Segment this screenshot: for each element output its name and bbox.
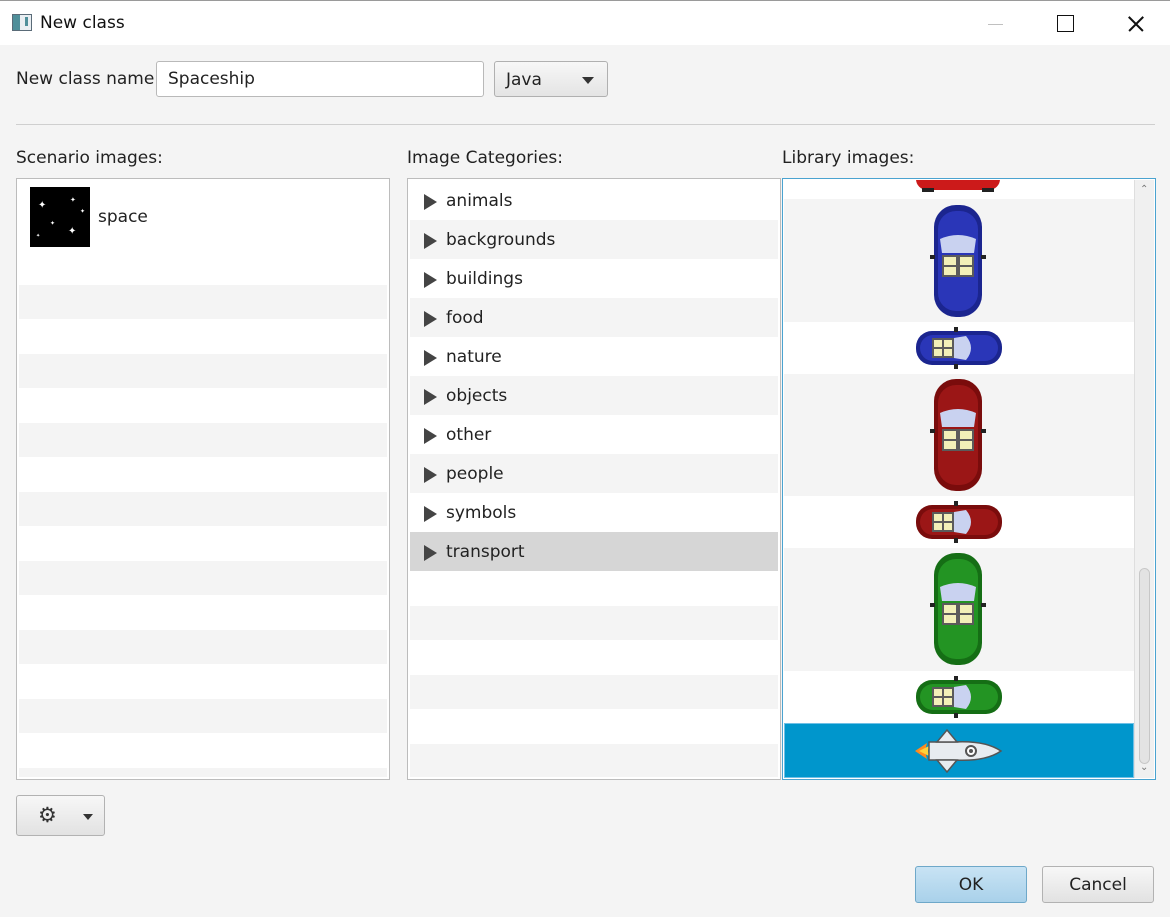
library-images-list[interactable]: ⌃ ⌄ (782, 178, 1156, 780)
expand-arrow-icon[interactable] (424, 233, 437, 249)
title-bar: New class (0, 0, 1170, 45)
class-name-label: New class name: (16, 69, 161, 89)
expand-arrow-icon[interactable] (424, 467, 437, 483)
chevron-up-icon[interactable]: ⌃ (1140, 185, 1148, 195)
category-label: animals (446, 191, 513, 211)
ok-button[interactable]: OK (915, 866, 1027, 903)
library-image-item[interactable] (784, 374, 1134, 496)
expand-arrow-icon[interactable] (424, 194, 437, 210)
category-item-animals[interactable]: animals (410, 181, 778, 220)
expand-arrow-icon[interactable] (424, 272, 437, 288)
expand-arrow-icon[interactable] (424, 311, 437, 327)
expand-arrow-icon[interactable] (424, 545, 437, 561)
green-car-icon (916, 676, 1002, 718)
blue-car-icon (930, 205, 986, 317)
scenario-list-stripes (19, 181, 387, 777)
scenario-image-item[interactable]: ✦ ✦ ✦ ✦ ✦ ✦ space (19, 181, 387, 251)
category-label: people (446, 464, 504, 484)
category-item-people[interactable]: people (410, 454, 778, 493)
library-image-item[interactable] (784, 496, 1134, 548)
category-item-transport[interactable]: transport (410, 532, 778, 571)
category-item-food[interactable]: food (410, 298, 778, 337)
category-label: other (446, 425, 492, 445)
space-image-icon: ✦ ✦ ✦ ✦ ✦ ✦ (30, 187, 90, 247)
green-car-icon (930, 553, 986, 665)
category-label: food (446, 308, 484, 328)
chevron-down-icon (83, 814, 93, 820)
cancel-button[interactable]: Cancel (1042, 866, 1154, 903)
library-image-item[interactable] (784, 199, 1134, 322)
scenario-images-list[interactable]: ✦ ✦ ✦ ✦ ✦ ✦ space (16, 178, 390, 780)
category-item-nature[interactable]: nature (410, 337, 778, 376)
minimize-button[interactable] (960, 1, 1030, 46)
image-categories-label: Image Categories: (407, 148, 564, 168)
scrollbar-thumb[interactable] (1139, 568, 1150, 764)
image-categories-list[interactable]: animals backgrounds buildings food natur… (407, 178, 781, 780)
class-name-input[interactable] (156, 61, 484, 97)
blue-car-icon (916, 327, 1002, 369)
library-image-item-selected[interactable] (784, 723, 1134, 778)
library-image-item[interactable] (784, 671, 1134, 723)
category-item-other[interactable]: other (410, 415, 778, 454)
expand-arrow-icon[interactable] (424, 389, 437, 405)
language-select[interactable]: Java (494, 61, 608, 97)
gear-icon: ⚙ (38, 803, 57, 827)
scenario-images-label: Scenario images: (16, 148, 163, 168)
library-images-label: Library images: (782, 148, 915, 168)
expand-arrow-icon[interactable] (424, 428, 437, 444)
chevron-down-icon (582, 77, 594, 84)
category-item-objects[interactable]: objects (410, 376, 778, 415)
expand-arrow-icon[interactable] (424, 350, 437, 366)
category-label: buildings (446, 269, 523, 289)
chevron-down-icon[interactable]: ⌄ (1140, 763, 1148, 773)
category-list-stripes (410, 571, 778, 777)
category-label: symbols (446, 503, 517, 523)
maximize-button[interactable] (1030, 1, 1100, 46)
category-item-symbols[interactable]: symbols (410, 493, 778, 532)
language-select-value: Java (506, 70, 542, 90)
separator (16, 124, 1155, 125)
library-scrollbar[interactable]: ⌃ ⌄ (1134, 180, 1154, 778)
scenario-image-label: space (98, 207, 148, 227)
category-item-backgrounds[interactable]: backgrounds (410, 220, 778, 259)
category-label: backgrounds (446, 230, 556, 250)
expand-arrow-icon[interactable] (424, 506, 437, 522)
rocket-icon (915, 728, 1003, 774)
close-button[interactable] (1100, 1, 1170, 46)
library-image-item[interactable] (784, 322, 1134, 374)
library-image-item[interactable] (784, 180, 1134, 199)
app-icon (12, 14, 32, 31)
red-car-icon (916, 501, 1002, 543)
settings-menu-button[interactable]: ⚙ (16, 795, 105, 836)
window-title: New class (40, 13, 125, 33)
category-label: transport (446, 542, 525, 562)
red-car-icon (930, 379, 986, 491)
red-car-icon (916, 180, 1000, 192)
category-item-buildings[interactable]: buildings (410, 259, 778, 298)
category-label: objects (446, 386, 508, 406)
library-image-item[interactable] (784, 548, 1134, 671)
category-label: nature (446, 347, 502, 367)
